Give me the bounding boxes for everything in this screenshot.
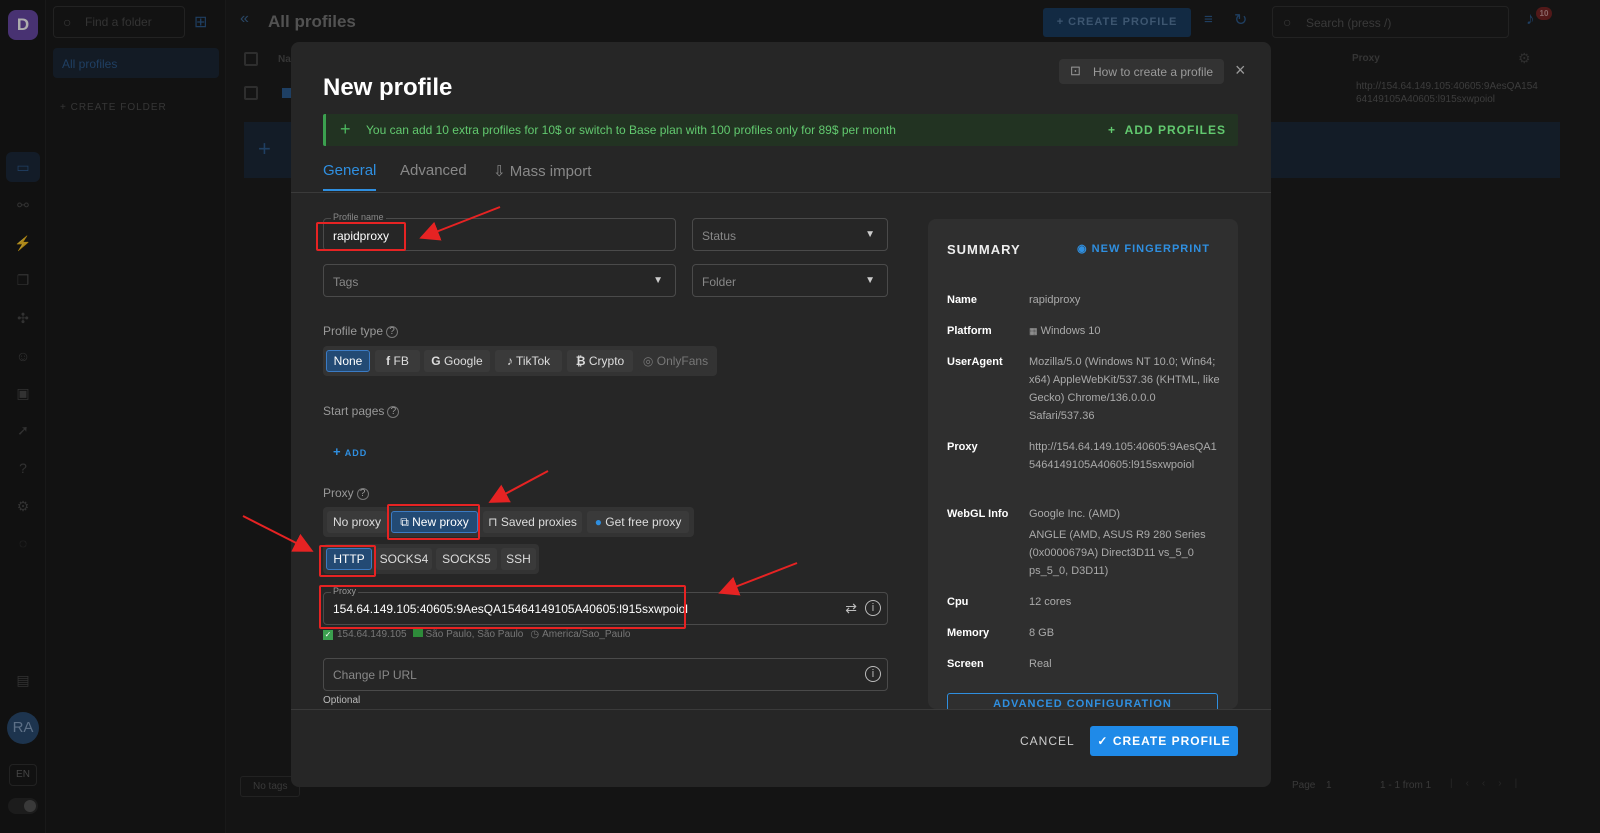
summary-key-useragent: UserAgent <box>947 356 1003 368</box>
app-window: D ▭ ⚯ ⚡ ❐ ✣ ☺ ▣ ➚ ? ⚙ ◌ ▤ RA EN ○ Find a … <box>0 0 1600 833</box>
info-icon[interactable]: i <box>865 666 881 682</box>
type-tiktok-button[interactable]: ♪ TikTok <box>495 350 562 372</box>
brazil-flag-icon <box>412 629 423 637</box>
summary-key-memory: Memory <box>947 627 990 639</box>
summary-key-name: Name <box>947 294 977 306</box>
summary-value-webgl-vendor: Google Inc. (AMD) <box>1029 508 1121 520</box>
new-profile-dialog: New profile ⊡ How to create a profile × +… <box>291 42 1271 787</box>
check-icon: ✓ <box>1097 734 1109 748</box>
facebook-icon: f <box>386 354 391 368</box>
highlight-new-proxy <box>387 504 480 540</box>
profile-type-selector: None f FB G Google ♪ TikTok ₿ Crypto ◎ O… <box>323 346 717 376</box>
summary-key-screen: Screen <box>947 658 984 670</box>
tab-general[interactable]: General <box>323 162 377 191</box>
swap-icon[interactable]: ⇄ <box>845 600 857 617</box>
add-start-page-button[interactable]: + ADD <box>333 444 367 459</box>
bitcoin-icon: ₿ <box>575 354 586 368</box>
help-icon: ? <box>356 487 369 500</box>
summary-key-webgl: WebGL Info <box>947 508 1009 520</box>
info-icon[interactable]: i <box>865 600 881 616</box>
clock-icon: ◷ <box>530 629 540 640</box>
advanced-configuration-button[interactable]: ADVANCED CONFIGURATION <box>947 693 1218 709</box>
download-icon: ⇩ <box>493 163 506 180</box>
type-crypto-button[interactable]: ₿ Crypto <box>567 350 633 372</box>
get-free-proxy-button[interactable]: ● Get free proxy <box>587 511 689 533</box>
dialog-title: New profile <box>323 74 453 101</box>
tags-select[interactable]: Tags ▼ <box>323 264 676 297</box>
summary-value-webgl-renderer: ANGLE (AMD, ASUS R9 280 Series (0x000067… <box>1029 529 1206 577</box>
summary-value-name: rapidproxy <box>1029 294 1081 306</box>
proxy-label: Proxy? <box>323 486 369 500</box>
chevron-down-icon: ▼ <box>653 275 663 286</box>
change-ip-url-input[interactable]: Change IP URL i <box>323 658 888 691</box>
start-pages-label: Start pages? <box>323 404 400 418</box>
banner-text: You can add 10 extra profiles for 10$ or… <box>366 123 896 137</box>
tiktok-icon: ♪ <box>506 354 513 368</box>
summary-value-screen: Real <box>1029 658 1052 670</box>
highlight-profile-name <box>316 222 406 251</box>
proxy-check-result: ✓ 154.64.149.105 São Paulo, São Paulo ◷ Amer… <box>323 629 631 640</box>
saved-proxies-button[interactable]: ⊓ Saved proxies <box>483 511 582 533</box>
tab-bar: General Advanced ⇩ Mass import <box>291 155 1271 193</box>
tab-advanced[interactable]: Advanced <box>400 162 467 179</box>
summary-key-platform: Platform <box>947 325 992 337</box>
highlight-proxy-input <box>319 585 686 629</box>
dialog-footer-divider <box>291 709 1271 710</box>
check-icon: ✓ <box>323 630 333 640</box>
video-icon: ⊡ <box>1070 63 1081 78</box>
windows-icon: ▦ <box>1029 326 1038 336</box>
onlyfans-icon: ◎ <box>642 354 654 368</box>
cancel-button[interactable]: CANCEL <box>1020 734 1075 748</box>
fingerprint-icon: ◉ <box>1077 243 1088 255</box>
new-fingerprint-button[interactable]: ◉ NEW FINGERPRINT <box>1077 242 1210 255</box>
folder-select[interactable]: Folder ▼ <box>692 264 888 297</box>
profile-type-label: Profile type? <box>323 324 399 338</box>
how-to-create-button[interactable]: ⊡ How to create a profile <box>1059 59 1224 84</box>
add-profiles-button[interactable]: + ADD PROFILES <box>1108 123 1226 137</box>
summary-panel: SUMMARY ◉ NEW FINGERPRINT Name rapidprox… <box>928 219 1238 709</box>
summary-key-proxy: Proxy <box>947 441 978 453</box>
bookmark-icon: ⊓ <box>488 515 498 529</box>
type-onlyfans-button[interactable]: ◎ OnlyFans <box>638 350 713 372</box>
optional-hint: Optional <box>323 695 361 706</box>
upgrade-banner: + You can add 10 extra profiles for 10$ … <box>323 114 1238 146</box>
type-fb-button[interactable]: f FB <box>375 350 420 372</box>
type-google-button[interactable]: G Google <box>424 350 490 372</box>
status-select[interactable]: Status ▼ <box>692 218 888 251</box>
summary-title: SUMMARY <box>947 242 1021 257</box>
protocol-socks5-button[interactable]: SOCKS5 <box>436 548 497 570</box>
flame-icon: ● <box>594 515 602 529</box>
tab-mass-import[interactable]: ⇩ Mass import <box>493 162 591 180</box>
highlight-http <box>319 545 376 577</box>
summary-value-useragent: Mozilla/5.0 (Windows NT 10.0; Win64; x64… <box>1029 356 1220 422</box>
summary-value-memory: 8 GB <box>1029 627 1055 639</box>
create-profile-button[interactable]: ✓ CREATE PROFILE <box>1090 726 1238 756</box>
chevron-down-icon: ▼ <box>865 229 875 240</box>
chevron-down-icon: ▼ <box>865 275 875 286</box>
no-proxy-button[interactable]: No proxy <box>327 511 387 533</box>
summary-key-cpu: Cpu <box>947 596 969 608</box>
summary-value-proxy: http://154.64.149.105:40605:9AesQA154641… <box>1029 441 1217 471</box>
type-none-button[interactable]: None <box>326 350 370 372</box>
summary-value-cpu: 12 cores <box>1029 596 1072 608</box>
help-icon: ? <box>386 325 399 338</box>
protocol-socks4-button[interactable]: SOCKS4 <box>376 548 432 570</box>
summary-value-platform: ▦ Windows 10 <box>1029 325 1101 337</box>
help-icon: ? <box>387 405 400 418</box>
close-icon[interactable]: × <box>1235 60 1246 81</box>
plus-icon: + <box>340 119 351 139</box>
proxy-mode-selector: No proxy ⧉ New proxy ⊓ Saved proxies ● G… <box>323 507 694 537</box>
plus-icon: + <box>333 444 342 459</box>
protocol-ssh-button[interactable]: SSH <box>501 548 536 570</box>
google-icon: G <box>431 354 441 368</box>
